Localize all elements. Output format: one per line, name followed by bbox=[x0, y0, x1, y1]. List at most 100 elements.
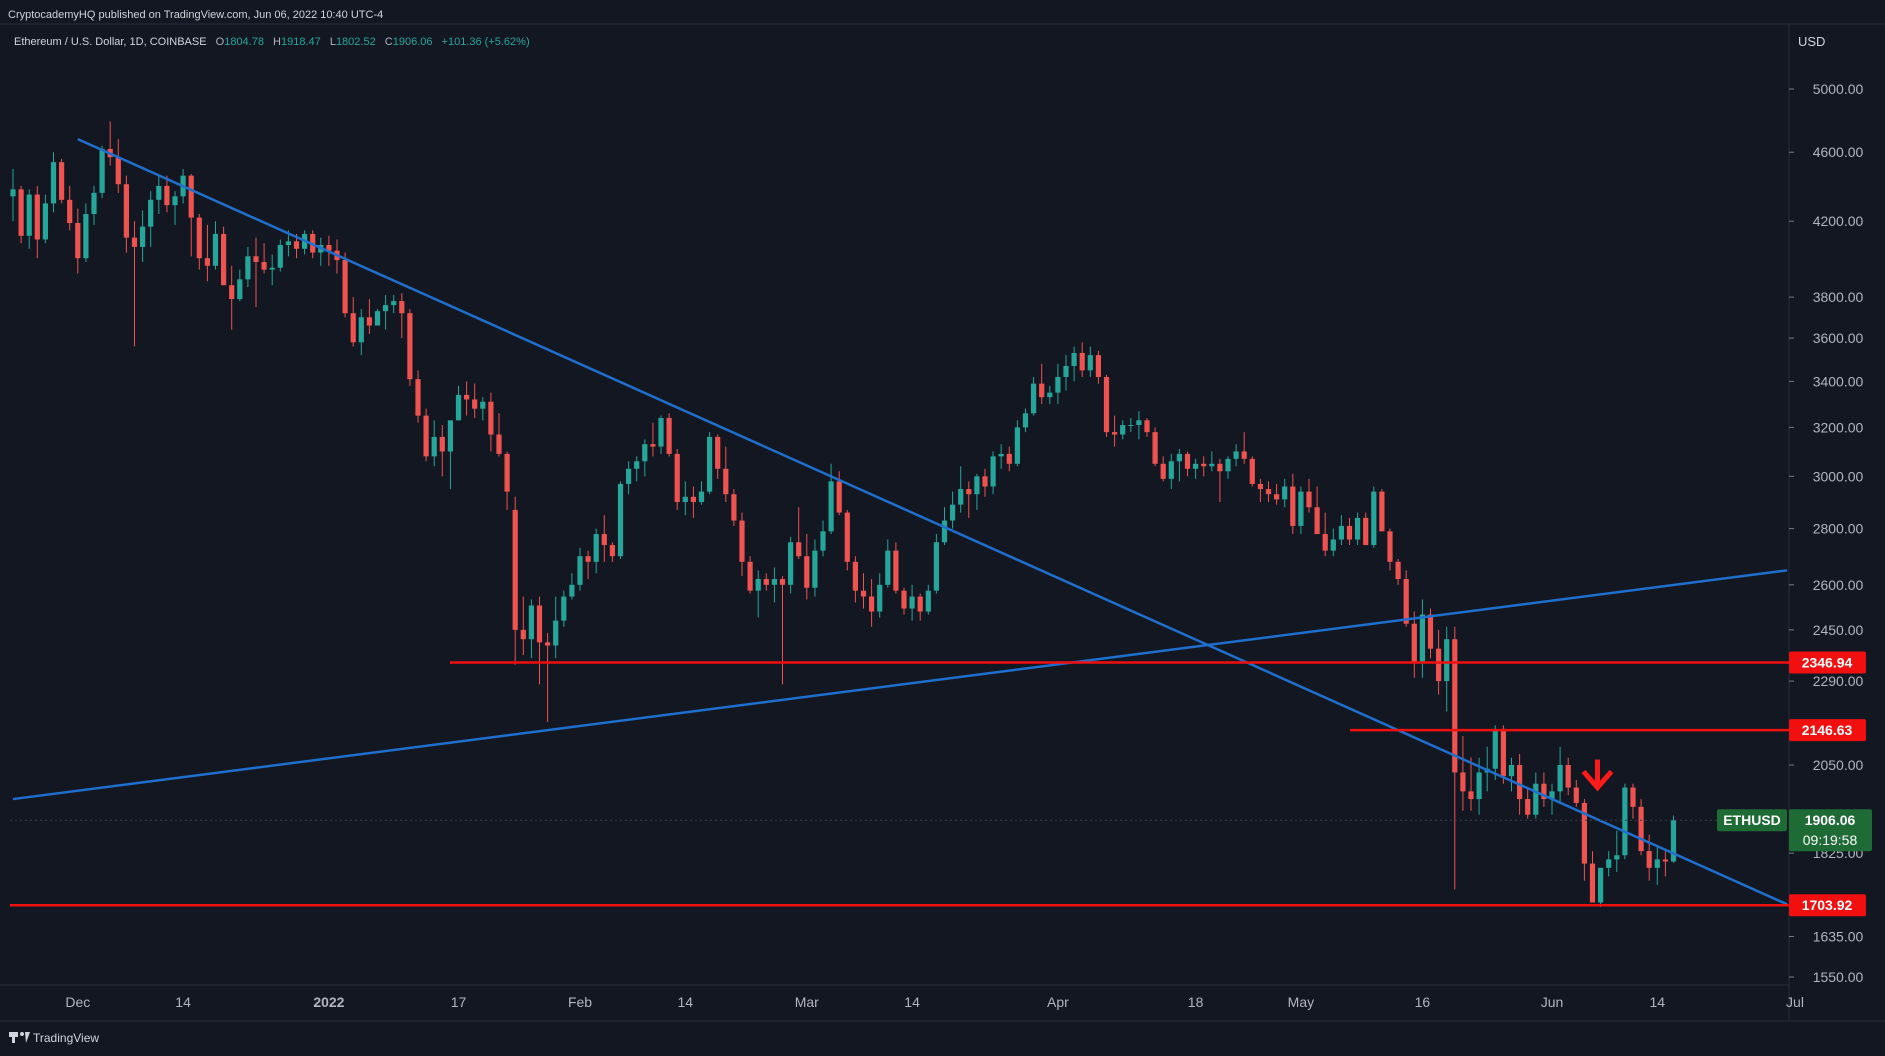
candle-body bbox=[1630, 787, 1636, 807]
candle-body bbox=[1031, 383, 1037, 414]
candle-body bbox=[690, 496, 696, 503]
price-tick-label: 4600.00 bbox=[1813, 144, 1864, 160]
price-tick-label: 2290.00 bbox=[1813, 673, 1864, 689]
candle-body bbox=[860, 590, 867, 597]
candle-body bbox=[75, 223, 81, 259]
candle-body bbox=[1662, 859, 1668, 862]
candle-body bbox=[707, 436, 713, 492]
candle-body bbox=[820, 531, 826, 551]
candle-body bbox=[585, 556, 591, 562]
candle-body bbox=[480, 401, 486, 409]
candle bbox=[1622, 783, 1628, 860]
candle-body bbox=[828, 481, 834, 532]
candle-body bbox=[342, 260, 348, 314]
candle-body bbox=[1573, 787, 1579, 803]
candle-body bbox=[496, 434, 502, 454]
candle-body bbox=[1598, 867, 1604, 903]
candle-body bbox=[1282, 486, 1288, 500]
candle-body bbox=[1363, 517, 1369, 546]
candle-body bbox=[172, 196, 178, 206]
time-tick-label: Dec bbox=[65, 994, 90, 1010]
candle-body bbox=[561, 596, 567, 621]
time-tick-label: Jun bbox=[1541, 994, 1564, 1010]
candle-body bbox=[391, 301, 397, 306]
candle bbox=[617, 481, 624, 560]
candle-body bbox=[626, 468, 632, 484]
candle-body bbox=[617, 483, 624, 557]
candle-body bbox=[1217, 463, 1223, 472]
candle-body bbox=[229, 285, 235, 300]
candle-body bbox=[1265, 489, 1272, 495]
candle-body bbox=[1233, 451, 1239, 459]
candle-body bbox=[1468, 791, 1474, 800]
candle-body bbox=[1184, 453, 1191, 469]
candle-body bbox=[1201, 463, 1207, 467]
candle-body bbox=[1274, 494, 1280, 500]
time-tick-label: Jul bbox=[1786, 994, 1804, 1010]
candle-body bbox=[1403, 579, 1409, 624]
price-tick-label: 3800.00 bbox=[1813, 289, 1864, 305]
candle bbox=[374, 309, 381, 326]
candle bbox=[731, 489, 737, 526]
candle-body bbox=[958, 489, 964, 505]
candle-body bbox=[941, 520, 948, 543]
candle-body bbox=[901, 590, 907, 609]
candle-body bbox=[472, 399, 478, 409]
candle-body bbox=[763, 579, 769, 585]
candle bbox=[59, 158, 65, 204]
candle-body bbox=[1338, 525, 1344, 540]
candle-body bbox=[1476, 772, 1482, 800]
candle-body bbox=[788, 542, 794, 585]
candle-body bbox=[1112, 432, 1118, 435]
candle-body bbox=[1444, 639, 1450, 682]
candle-body bbox=[1249, 458, 1255, 484]
candle-body bbox=[269, 267, 275, 270]
candle-body bbox=[1055, 376, 1061, 393]
last-price-label: 1906.06 bbox=[1805, 812, 1856, 828]
candle-body bbox=[731, 494, 737, 521]
candle-body bbox=[156, 185, 162, 200]
candle-body bbox=[1492, 728, 1498, 769]
candle bbox=[99, 145, 105, 199]
candle-body bbox=[1079, 352, 1085, 371]
candle-body bbox=[569, 584, 575, 597]
candle-body bbox=[504, 453, 510, 492]
candle-body bbox=[1006, 453, 1012, 464]
price-tick-label: 4200.00 bbox=[1813, 213, 1864, 229]
candle-body bbox=[1500, 728, 1506, 777]
candle-body bbox=[1014, 427, 1020, 464]
candle-body bbox=[383, 305, 389, 312]
candle-body bbox=[869, 596, 875, 612]
brand-label: TradingView bbox=[33, 1031, 99, 1045]
candle-body bbox=[1314, 507, 1320, 535]
candle-body bbox=[439, 436, 445, 452]
level-price-label: 2346.94 bbox=[1802, 654, 1853, 670]
candle-body bbox=[431, 436, 437, 457]
price-tick-label: 3400.00 bbox=[1813, 373, 1864, 389]
candle-body bbox=[666, 417, 672, 454]
candle-body bbox=[285, 241, 291, 246]
candle-body bbox=[277, 245, 283, 268]
candle-body bbox=[650, 444, 656, 447]
candle bbox=[1371, 486, 1377, 548]
candle-body bbox=[682, 496, 688, 503]
candle-body bbox=[990, 456, 996, 487]
candle bbox=[1638, 799, 1644, 856]
price-tick-label: 2050.00 bbox=[1813, 757, 1864, 773]
candle-body bbox=[1533, 783, 1539, 815]
candle-body bbox=[1120, 425, 1126, 435]
candle-body bbox=[974, 476, 980, 495]
candle-body bbox=[1071, 352, 1077, 366]
candle-body bbox=[698, 491, 705, 503]
candle-body bbox=[674, 453, 680, 503]
price-chart[interactable]: CryptocademyHQ published on TradingView.… bbox=[0, 0, 1885, 1056]
candle-body bbox=[723, 468, 729, 495]
candle-body bbox=[1606, 859, 1612, 868]
candle-body bbox=[933, 542, 939, 591]
candle-body bbox=[917, 596, 923, 612]
candle-body bbox=[1355, 517, 1361, 540]
time-tick-label: 16 bbox=[1415, 994, 1431, 1010]
candle bbox=[407, 309, 413, 386]
candle-body bbox=[204, 258, 210, 266]
candle bbox=[933, 534, 939, 594]
